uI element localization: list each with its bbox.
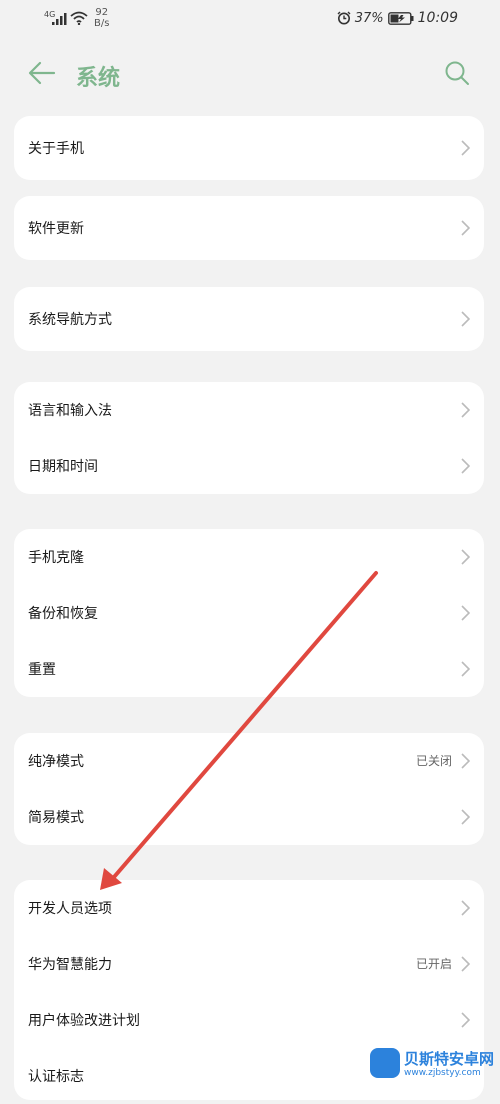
back-arrow-icon[interactable] bbox=[28, 60, 56, 86]
chevron-right-icon bbox=[461, 900, 470, 916]
row-developer-options[interactable]: 开发人员选项 bbox=[14, 880, 484, 936]
card-modes: 纯净模式 已关闭 简易模式 bbox=[14, 733, 484, 845]
chevron-right-icon bbox=[461, 140, 470, 156]
card-about: 关于手机 bbox=[14, 116, 484, 180]
row-label: 备份和恢复 bbox=[28, 606, 98, 622]
network-speed: 92 B/s bbox=[94, 7, 109, 29]
row-language-input[interactable]: 语言和输入法 bbox=[14, 382, 484, 438]
row-label: 认证标志 bbox=[28, 1069, 84, 1085]
chevron-right-icon bbox=[461, 402, 470, 418]
row-label: 纯净模式 bbox=[28, 754, 84, 770]
status-right: 37% 10:09 bbox=[337, 10, 458, 26]
row-huawei-intelligence[interactable]: 华为智慧能力 已开启 bbox=[14, 936, 484, 992]
signal-icon bbox=[52, 13, 67, 25]
row-about-phone[interactable]: 关于手机 bbox=[14, 116, 484, 180]
battery-charging-icon bbox=[387, 11, 414, 25]
clock: 10:09 bbox=[417, 10, 458, 26]
row-pure-mode[interactable]: 纯净模式 已关闭 bbox=[14, 733, 484, 789]
chevron-right-icon bbox=[461, 956, 470, 972]
row-label: 开发人员选项 bbox=[28, 901, 112, 917]
app-header: 系统 bbox=[0, 50, 500, 96]
row-system-navigation[interactable]: 系统导航方式 bbox=[14, 287, 484, 351]
row-label: 华为智慧能力 bbox=[28, 957, 112, 973]
chevron-right-icon bbox=[461, 220, 470, 236]
row-label: 日期和时间 bbox=[28, 459, 98, 475]
speed-unit: B/s bbox=[94, 18, 110, 29]
watermark-name: 贝斯特安卓网 bbox=[404, 1050, 495, 1068]
row-status-value: 已关闭 bbox=[415, 754, 452, 768]
chevron-right-icon bbox=[461, 1012, 470, 1028]
row-backup-restore[interactable]: 备份和恢复 bbox=[14, 585, 484, 641]
status-bar: 4G 92 B/s 37% 10:09 bbox=[0, 0, 500, 40]
chevron-right-icon bbox=[461, 549, 470, 565]
card-language-time: 语言和输入法 日期和时间 bbox=[14, 382, 484, 494]
chevron-right-icon bbox=[461, 661, 470, 677]
watermark-url: www.zjbstyy.com bbox=[404, 1068, 481, 1078]
card-software-update: 软件更新 bbox=[14, 196, 484, 260]
speed-value: 92 bbox=[95, 7, 109, 18]
row-date-time[interactable]: 日期和时间 bbox=[14, 438, 484, 494]
row-label: 语言和输入法 bbox=[28, 403, 112, 419]
row-simple-mode[interactable]: 简易模式 bbox=[14, 789, 484, 845]
row-phone-clone[interactable]: 手机克隆 bbox=[14, 529, 484, 585]
chevron-right-icon bbox=[461, 753, 470, 769]
row-label: 系统导航方式 bbox=[28, 312, 112, 328]
row-reset[interactable]: 重置 bbox=[14, 641, 484, 697]
battery-percent: 37% bbox=[354, 10, 384, 26]
wifi-icon bbox=[70, 11, 88, 25]
search-icon[interactable] bbox=[444, 60, 470, 86]
alarm-icon bbox=[337, 11, 351, 25]
row-label: 关于手机 bbox=[28, 141, 84, 157]
card-navigation: 系统导航方式 bbox=[14, 287, 484, 351]
chevron-right-icon bbox=[461, 605, 470, 621]
row-software-update[interactable]: 软件更新 bbox=[14, 196, 484, 260]
watermark-logo bbox=[370, 1048, 400, 1078]
row-label: 简易模式 bbox=[28, 810, 84, 826]
chevron-right-icon bbox=[461, 311, 470, 327]
chevron-right-icon bbox=[461, 809, 470, 825]
row-label: 重置 bbox=[28, 662, 56, 678]
row-user-experience[interactable]: 用户体验改进计划 bbox=[14, 992, 484, 1048]
row-label: 手机克隆 bbox=[28, 550, 84, 566]
row-label: 用户体验改进计划 bbox=[28, 1013, 140, 1029]
row-label: 软件更新 bbox=[28, 221, 84, 237]
chevron-right-icon bbox=[461, 458, 470, 474]
card-backup: 手机克隆 备份和恢复 重置 bbox=[14, 529, 484, 697]
page-title: 系统 bbox=[76, 66, 121, 91]
watermark: 贝斯特安卓网 www.zjbstyy.com bbox=[370, 1044, 500, 1084]
row-status-value: 已开启 bbox=[415, 957, 452, 971]
